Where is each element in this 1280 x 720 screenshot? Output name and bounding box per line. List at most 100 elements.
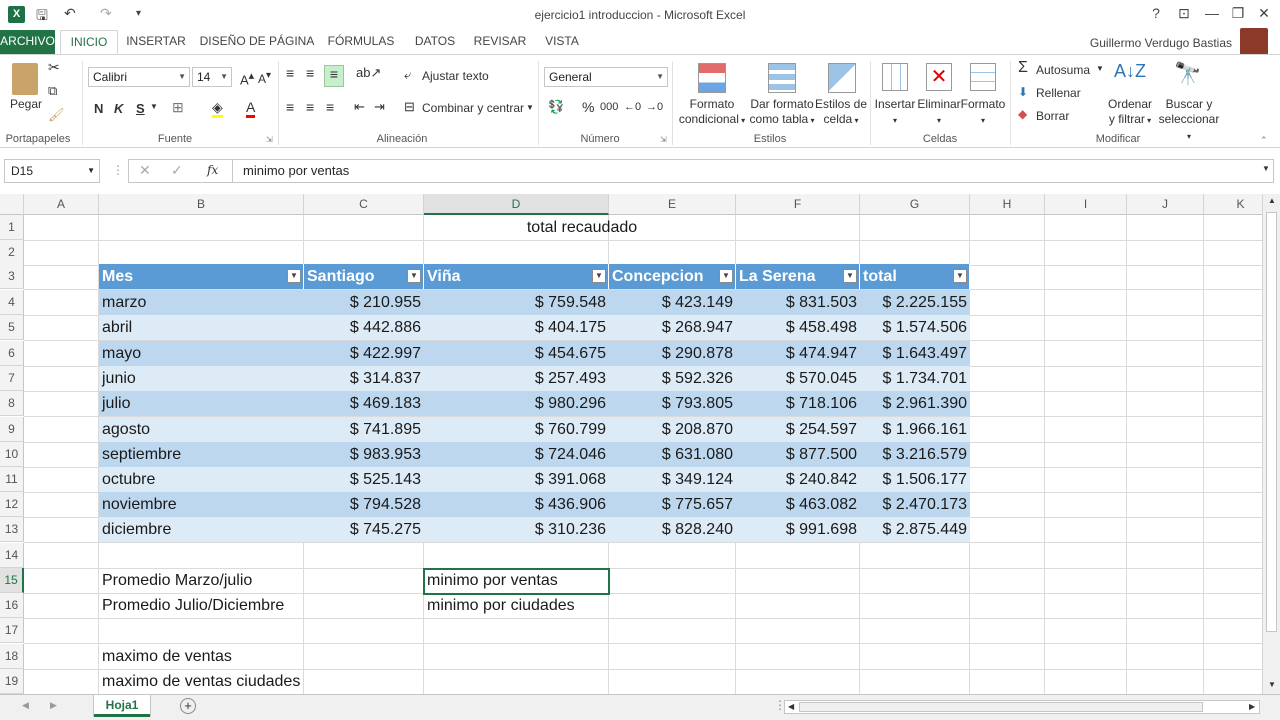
value-cell[interactable]: $ 208.870	[609, 417, 736, 442]
decrease-indent-icon[interactable]: ⇤	[354, 99, 365, 115]
value-cell[interactable]: $ 877.500	[736, 442, 860, 467]
format-as-table-button[interactable]: Dar formato como tabla ▾	[746, 97, 818, 128]
filter-dropdown-icon[interactable]: ▼	[953, 269, 967, 283]
value-cell[interactable]: $ 474.947	[736, 341, 860, 366]
value-cell[interactable]: $ 404.175	[424, 315, 609, 340]
column-header-c[interactable]: C	[304, 194, 424, 215]
value-cell[interactable]: $ 1.966.161	[860, 417, 970, 442]
row-header-17[interactable]: 17	[0, 618, 24, 643]
row-header-15[interactable]: 15	[0, 568, 24, 593]
row-header-1[interactable]: 1	[0, 215, 24, 240]
next-sheet-icon[interactable]: ▶	[50, 700, 57, 711]
restore-button[interactable]: ❐	[1226, 5, 1250, 22]
table-header-cell[interactable]: Santiago ▼	[304, 264, 424, 289]
tab-formulas[interactable]: FÓRMULAS	[324, 30, 398, 54]
vertical-scrollbar[interactable]: ▲ ▼	[1262, 194, 1280, 694]
merge-center-button[interactable]: Combinar y centrar	[422, 101, 524, 115]
scroll-down-icon[interactable]: ▼	[1268, 680, 1276, 689]
expand-formula-icon[interactable]: ▼	[1262, 164, 1270, 173]
value-cell[interactable]: $ 423.149	[609, 290, 736, 315]
label-maximo-ventas[interactable]: maximo de ventas	[99, 644, 304, 669]
merge-center-icon[interactable]: ⊟	[404, 99, 415, 115]
paste-button[interactable]: Pegar	[10, 97, 42, 111]
month-cell[interactable]: julio	[99, 391, 304, 416]
italic-button[interactable]: K	[114, 101, 123, 116]
thousands-button[interactable]: 000	[600, 101, 618, 113]
value-cell[interactable]: $ 257.493	[424, 366, 609, 391]
filter-dropdown-icon[interactable]: ▼	[719, 269, 733, 283]
value-cell[interactable]: $ 592.326	[609, 366, 736, 391]
row-header-4[interactable]: 4	[0, 290, 24, 315]
number-format-combo[interactable]: General ▼	[544, 67, 668, 87]
find-select-icon[interactable]: 🔭	[1174, 61, 1201, 87]
cell-styles-button[interactable]: Estilos de celda ▾	[812, 97, 870, 128]
align-left-icon[interactable]: ≡	[286, 99, 294, 115]
align-top-icon[interactable]: ≡	[286, 65, 294, 81]
help-button[interactable]: ?	[1144, 5, 1168, 21]
format-as-table-icon[interactable]	[768, 63, 796, 93]
column-header-h[interactable]: H	[970, 194, 1045, 215]
month-cell[interactable]: octubre	[99, 467, 304, 492]
value-cell[interactable]: $ 314.837	[304, 366, 424, 391]
column-header-f[interactable]: F	[736, 194, 860, 215]
bold-button[interactable]: N	[94, 101, 103, 116]
add-sheet-button[interactable]: +	[180, 698, 196, 714]
autosum-dropdown-icon[interactable]: ▼	[1096, 64, 1104, 73]
table-header-cell[interactable]: Concepcion ▼	[609, 264, 736, 289]
fill-icon[interactable]: ⬇	[1018, 85, 1028, 99]
value-cell[interactable]: $ 983.953	[304, 442, 424, 467]
label-promedio-julio-diciembre[interactable]: Promedio Julio/Diciembre	[99, 593, 304, 618]
row-header-18[interactable]: 18	[0, 644, 24, 669]
month-cell[interactable]: septiembre	[99, 442, 304, 467]
column-header-d[interactable]: D	[424, 194, 609, 215]
value-cell[interactable]: $ 2.961.390	[860, 391, 970, 416]
clear-icon[interactable]: ◆	[1018, 107, 1027, 121]
column-header-a[interactable]: A	[24, 194, 99, 215]
currency-icon[interactable]: 💱	[548, 99, 564, 115]
format-cells-icon[interactable]	[970, 63, 996, 91]
decrease-decimal-icon[interactable]: →0	[646, 101, 663, 113]
value-cell[interactable]: $ 828.240	[609, 517, 736, 542]
month-cell[interactable]: junio	[99, 366, 304, 391]
value-cell[interactable]: $ 1.574.506	[860, 315, 970, 340]
insert-cells-icon[interactable]	[882, 63, 908, 91]
font-name-combo[interactable]: Calibri ▼	[88, 67, 190, 87]
scroll-right-icon[interactable]: ▶	[1249, 702, 1255, 711]
row-header-2[interactable]: 2	[0, 240, 24, 265]
value-cell[interactable]: $ 210.955	[304, 290, 424, 315]
label-maximo-ventas-ciudades[interactable]: maximo de ventas ciudades	[99, 669, 304, 694]
find-select-button[interactable]: Buscar y seleccionar ▾	[1158, 97, 1220, 144]
conditional-format-icon[interactable]	[698, 63, 726, 93]
value-cell[interactable]: $ 831.503	[736, 290, 860, 315]
value-cell[interactable]: $ 525.143	[304, 467, 424, 492]
font-size-combo[interactable]: 14 ▼	[192, 67, 232, 87]
increase-decimal-icon[interactable]: ←0	[624, 101, 641, 113]
delete-cells-button[interactable]: Eliminar ▾	[916, 97, 962, 128]
value-cell[interactable]: $ 991.698	[736, 517, 860, 542]
close-button[interactable]: ✕	[1252, 5, 1276, 22]
row-header-5[interactable]: 5	[0, 315, 24, 340]
value-cell[interactable]: $ 3.216.579	[860, 442, 970, 467]
sheet-title-cell[interactable]: total recaudado	[304, 215, 860, 240]
value-cell[interactable]: $ 775.657	[609, 492, 736, 517]
row-header-12[interactable]: 12	[0, 492, 24, 517]
month-cell[interactable]: diciembre	[99, 517, 304, 542]
row-header-19[interactable]: 19	[0, 669, 24, 694]
month-cell[interactable]: mayo	[99, 341, 304, 366]
month-cell[interactable]: marzo	[99, 290, 304, 315]
underline-dropdown-icon[interactable]: ▼	[150, 102, 158, 111]
filter-dropdown-icon[interactable]: ▼	[592, 269, 606, 283]
table-header-cell[interactable]: total ▼	[860, 264, 970, 289]
paste-icon[interactable]	[12, 63, 38, 95]
row-header-13[interactable]: 13	[0, 517, 24, 542]
insert-function-button[interactable]: fx	[207, 163, 218, 177]
column-header-i[interactable]: I	[1045, 194, 1127, 215]
value-cell[interactable]: $ 2.225.155	[860, 290, 970, 315]
row-header-3[interactable]: 3	[0, 264, 24, 289]
value-cell[interactable]: $ 442.886	[304, 315, 424, 340]
fill-color-icon[interactable]: ◈	[212, 99, 223, 118]
column-header-j[interactable]: J	[1127, 194, 1204, 215]
value-cell[interactable]: $ 759.548	[424, 290, 609, 315]
percent-button[interactable]: %	[582, 99, 594, 115]
tab-archivo[interactable]: ARCHIVO	[0, 30, 55, 54]
